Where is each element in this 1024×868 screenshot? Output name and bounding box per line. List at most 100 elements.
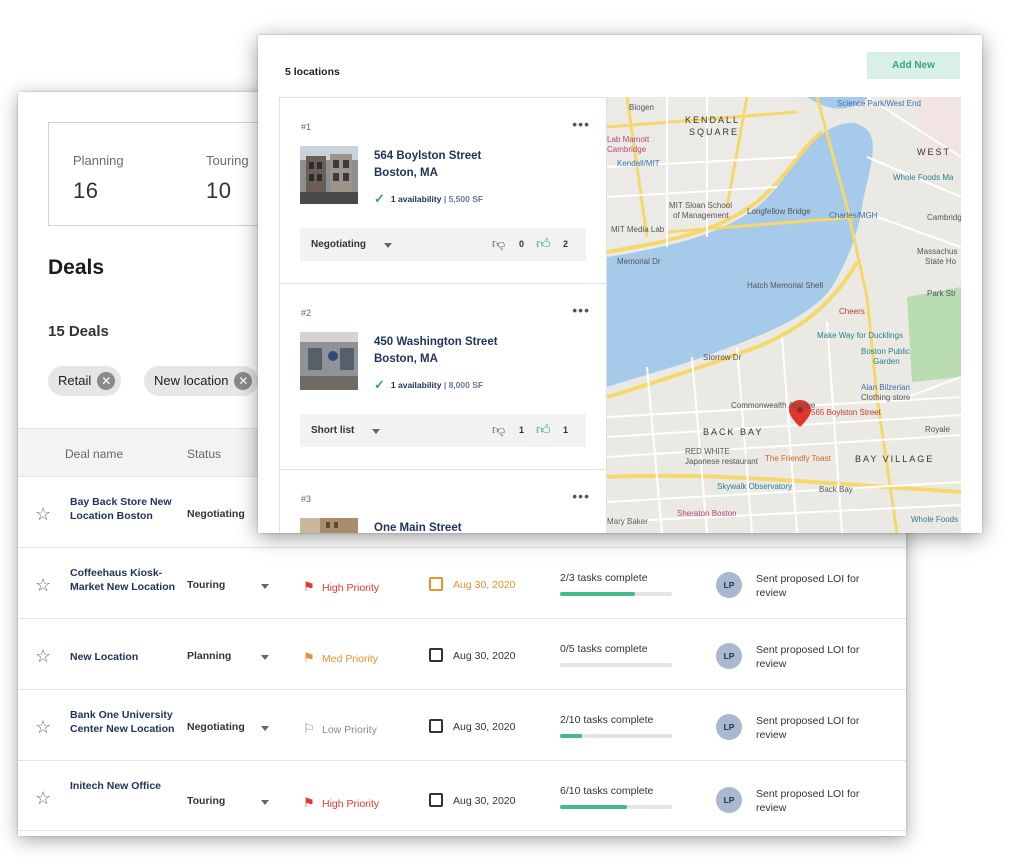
deal-status[interactable]: Planning xyxy=(187,650,231,662)
stat-touring[interactable]: Touring 10 xyxy=(206,153,249,204)
table-row[interactable]: ☆ Bank One University Center New Locatio… xyxy=(18,689,906,760)
deal-status[interactable]: Negotiating xyxy=(187,721,245,733)
star-icon[interactable]: ☆ xyxy=(35,575,51,596)
deal-name[interactable]: Bank One University Center New Location xyxy=(70,708,180,736)
thumbs-down-icon[interactable]: 👎︎ xyxy=(492,422,505,438)
thumbs-up-icon[interactable]: 👍︎ xyxy=(536,235,551,252)
tasks-label: 2/3 tasks complete xyxy=(560,572,648,584)
location-address[interactable]: One Main Street xyxy=(374,520,462,533)
map-label: Kendall/MIT xyxy=(617,159,660,168)
location-card[interactable]: #2 ••• 450 Washington Street Boston, MA xyxy=(280,284,606,470)
chevron-down-icon[interactable] xyxy=(384,243,392,248)
deal-status[interactable]: Negotiating xyxy=(187,508,245,520)
location-status-bar: Negotiating 👎︎ 0 👍︎ 2 xyxy=(300,228,586,261)
map-label: BACK BAY xyxy=(703,427,764,437)
availability-size: 8,000 SF xyxy=(448,380,484,390)
location-card[interactable]: #3 ••• One Main Street xyxy=(280,470,606,533)
map-label: Commonwealth Avenue xyxy=(731,401,816,410)
map-label: Japanese restaurant xyxy=(685,457,758,466)
due-date-label: Aug 30, 2020 xyxy=(453,650,516,662)
flag-icon: ⚑ xyxy=(303,650,315,665)
deal-name[interactable]: Initech New Office xyxy=(70,779,180,793)
star-icon[interactable]: ☆ xyxy=(35,504,51,525)
priority-label: High Priority xyxy=(322,582,380,594)
map-label: Garden xyxy=(873,357,900,366)
due-date-label: Aug 30, 2020 xyxy=(453,579,516,591)
locations-map[interactable]: Biogen KENDALL SQUARE Science Park/West … xyxy=(607,97,961,533)
chevron-down-icon[interactable] xyxy=(261,655,269,660)
tasks-label: 6/10 tasks complete xyxy=(560,785,654,797)
tasks-label: 0/5 tasks complete xyxy=(560,643,648,655)
priority-flag[interactable]: ⚐ Low Priority xyxy=(303,721,377,737)
deal-name[interactable]: New Location xyxy=(70,650,180,664)
location-status[interactable]: Negotiating xyxy=(311,239,366,250)
star-icon[interactable]: ☆ xyxy=(35,646,51,667)
avatar[interactable]: LP xyxy=(716,714,742,740)
filter-chip-retail[interactable]: Retail ✕ xyxy=(48,366,122,396)
chevron-down-icon[interactable] xyxy=(261,726,269,731)
table-row[interactable]: ☆ Coffeehaus Kiosk- Market New Location … xyxy=(18,547,906,618)
address-street: One Main Street xyxy=(374,522,462,533)
location-address[interactable]: 564 Boylston Street Boston, MA xyxy=(374,148,481,182)
priority-flag[interactable]: ⚑ High Priority xyxy=(303,795,379,811)
tasks-progress-bar xyxy=(560,663,672,667)
close-icon[interactable]: ✕ xyxy=(97,372,116,390)
table-row[interactable]: ☆ Initech New Office Touring ⚑ High Prior… xyxy=(18,760,906,831)
location-card[interactable]: #1 ••• 564 Boylston Street Boston, MA ✓ … xyxy=(280,98,606,284)
map-label: Make Way for Ducklings xyxy=(817,331,903,340)
priority-label: High Priority xyxy=(322,798,380,810)
deal-status[interactable]: Touring xyxy=(187,579,225,591)
priority-flag[interactable]: ⚑ High Priority xyxy=(303,579,379,595)
tasks-progress-bar xyxy=(560,592,672,596)
deal-name[interactable]: Coffeehaus Kiosk- Market New Location xyxy=(70,566,180,594)
address-street: 564 Boylston Street xyxy=(374,150,482,162)
chevron-down-icon[interactable] xyxy=(261,800,269,805)
table-row[interactable]: ☆ New Location Planning ⚑ Med Priority Au… xyxy=(18,618,906,689)
deal-status[interactable]: Touring xyxy=(187,795,225,807)
column-deal-name[interactable]: Deal name xyxy=(65,447,123,461)
filter-chip-new-location[interactable]: New location ✕ xyxy=(144,366,259,396)
map-label: Sheraton Boston xyxy=(677,509,737,518)
map-label: Back Bay xyxy=(819,485,853,494)
add-new-button[interactable]: Add New xyxy=(867,52,960,79)
thumbs-down-icon[interactable]: 👎︎ xyxy=(492,236,505,252)
map-label: Boston Public xyxy=(861,347,910,356)
star-icon[interactable]: ☆ xyxy=(35,717,51,738)
due-date[interactable]: Aug 30, 2020 xyxy=(429,577,515,591)
map-label: Cambridge xyxy=(607,145,647,154)
tasks-progress-fill xyxy=(560,592,635,596)
close-icon[interactable]: ✕ xyxy=(234,372,253,390)
location-address[interactable]: 450 Washington Street Boston, MA xyxy=(374,334,498,368)
filter-chip-label: Retail xyxy=(58,373,92,388)
map-label: BAY VILLAGE xyxy=(855,454,935,464)
deal-name[interactable]: Bay Back Store New Location Boston xyxy=(70,495,180,523)
priority-flag[interactable]: ⚑ Med Priority xyxy=(303,650,378,666)
more-options-icon[interactable]: ••• xyxy=(572,116,590,132)
column-status[interactable]: Status xyxy=(187,447,221,461)
dislike-count: 1 xyxy=(519,425,525,435)
star-icon[interactable]: ☆ xyxy=(35,788,51,809)
location-status[interactable]: Short list xyxy=(311,425,354,436)
map-label: MIT Sloan School xyxy=(669,201,732,210)
calendar-icon xyxy=(429,793,443,807)
due-date[interactable]: Aug 30, 2020 xyxy=(429,793,515,807)
map-label: The Friendly Toast xyxy=(765,454,831,463)
due-date[interactable]: Aug 30, 2020 xyxy=(429,719,515,733)
more-options-icon[interactable]: ••• xyxy=(572,302,590,318)
flag-icon: ⚑ xyxy=(303,795,315,810)
avatar[interactable]: LP xyxy=(716,643,742,669)
map-label: Royale xyxy=(925,425,950,434)
due-date[interactable]: Aug 30, 2020 xyxy=(429,648,515,662)
thumbs-up-icon[interactable]: 👍︎ xyxy=(536,421,551,438)
stat-planning[interactable]: Planning 16 xyxy=(73,153,124,204)
like-count: 2 xyxy=(563,239,569,249)
map-canvas xyxy=(607,97,961,533)
dislike-count: 0 xyxy=(519,239,525,249)
chevron-down-icon[interactable] xyxy=(372,429,380,434)
avatar[interactable]: LP xyxy=(716,572,742,598)
calendar-icon xyxy=(429,648,443,662)
more-options-icon[interactable]: ••• xyxy=(572,488,590,504)
map-label: Storrow Dr xyxy=(703,353,742,362)
chevron-down-icon[interactable] xyxy=(261,584,269,589)
avatar[interactable]: LP xyxy=(716,787,742,813)
